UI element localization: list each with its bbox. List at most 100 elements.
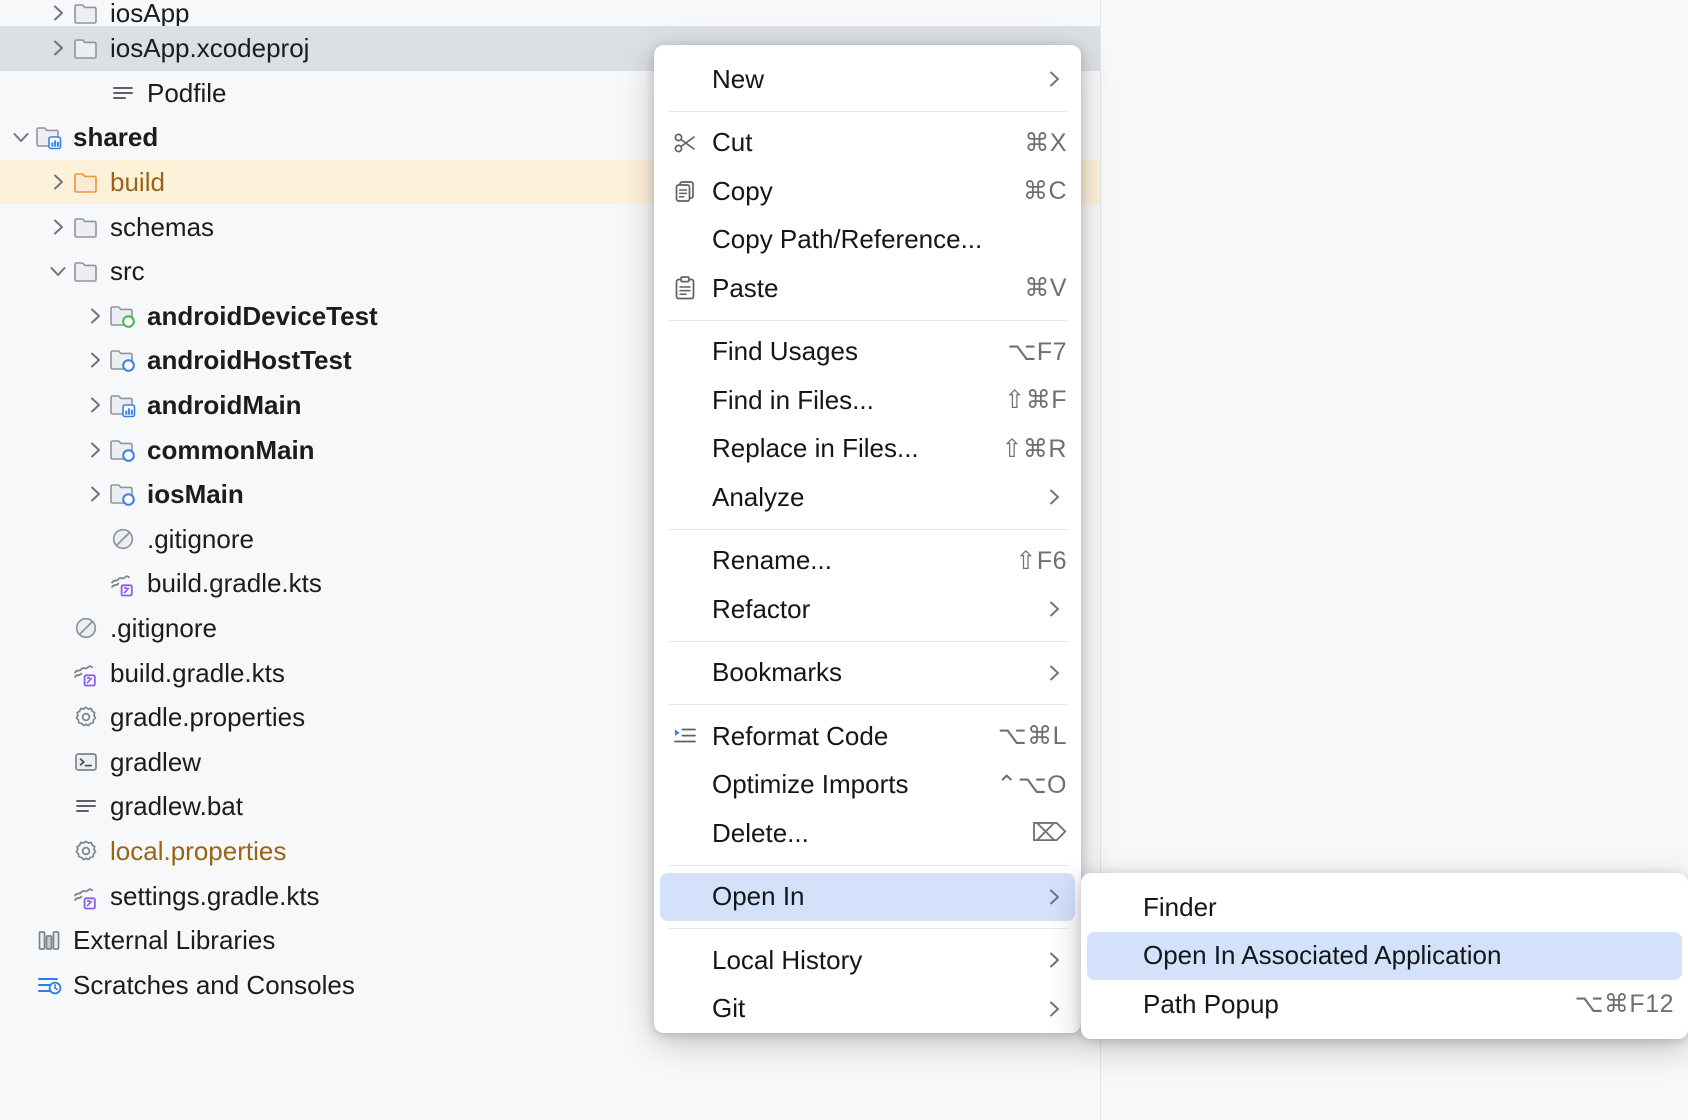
chevron-right-icon[interactable] (45, 169, 71, 195)
context-menu-item[interactable]: Analyze (654, 473, 1081, 522)
gitignore-icon (108, 524, 138, 554)
properties-icon (71, 836, 101, 866)
reformat-icon (668, 723, 702, 749)
submenu-item-label: Path Popup (1143, 989, 1551, 1020)
source-root-ios-icon (108, 479, 138, 509)
menu-item-label: Git (712, 993, 1023, 1024)
chevron-right-icon[interactable] (45, 35, 71, 61)
tree-item-label: gradlew.bat (110, 793, 243, 819)
chevron-down-icon[interactable] (8, 124, 34, 150)
context-menu-item[interactable]: Local History (654, 936, 1081, 985)
context-menu-item[interactable]: Find Usages⌥F7 (654, 328, 1081, 377)
context-menu-item[interactable]: Replace in Files... ⇧⌘R (654, 425, 1081, 474)
menu-separator (668, 928, 1067, 929)
menu-item-label: Paste (712, 273, 1000, 304)
menu-item-label: New (712, 64, 1023, 95)
tree-item-label: iosApp.xcodeproj (110, 35, 309, 61)
menu-item-shortcut: ⌘C (1023, 176, 1067, 206)
menu-item-shortcut: ⌃⌥O (996, 770, 1067, 800)
submenu-item-label: Finder (1143, 892, 1674, 923)
context-menu-item[interactable]: Delete...⌦ (654, 809, 1081, 858)
chevron-right-icon (1041, 598, 1067, 620)
context-menu[interactable]: NewCut⌘XCopy⌘CCopy Path/Reference...Past… (654, 45, 1081, 1033)
context-menu-item[interactable]: Reformat Code ⌥⌘L (654, 712, 1081, 761)
menu-item-label: Local History (712, 945, 1023, 976)
tree-item-label: Scratches and Consoles (73, 972, 355, 998)
chevron-right-icon (1041, 949, 1067, 971)
menu-item-label: Delete... (712, 818, 1007, 849)
scissors-icon (668, 130, 702, 156)
context-menu-item[interactable]: Refactor (654, 585, 1081, 634)
gradle-kotlin-icon (108, 568, 138, 598)
menu-item-shortcut: ⌘X (1024, 128, 1067, 158)
submenu-item[interactable]: Finder (1081, 883, 1688, 932)
submenu-item[interactable]: Open In Associated Application (1087, 932, 1682, 981)
menu-item-label: Optimize Imports (712, 769, 972, 800)
chevron-down-icon[interactable] (45, 258, 71, 284)
gradle-kotlin-icon (71, 881, 101, 911)
copy-icon (668, 178, 702, 204)
menu-item-label: Open In (712, 881, 1023, 912)
tree-item-label: androidDeviceTest (147, 303, 378, 329)
menu-separator (668, 529, 1067, 530)
chevron-right-icon[interactable] (82, 437, 108, 463)
tree-item-label: shared (73, 124, 158, 150)
folder-icon (71, 33, 101, 63)
menu-item-label: Find Usages (712, 336, 984, 367)
tree-item-label: androidMain (147, 392, 302, 418)
menu-separator (668, 111, 1067, 112)
submenu-item[interactable]: Path Popup ⌥⌘F12 (1081, 980, 1688, 1029)
gitignore-icon (71, 613, 101, 643)
chevron-right-icon (1041, 886, 1067, 908)
menu-item-label: Refactor (712, 594, 1023, 625)
tree-item-label: External Libraries (73, 927, 275, 953)
chevron-right-icon[interactable] (45, 0, 71, 26)
menu-item-shortcut: ⌥⌘L (998, 721, 1067, 751)
open-in-submenu[interactable]: Finder Open In Associated Application Path… (1081, 873, 1688, 1039)
source-root-test-blue-icon (108, 345, 138, 375)
chevron-right-icon[interactable] (82, 303, 108, 329)
tree-row[interactable]: iosApp (0, 0, 1100, 26)
chevron-right-icon[interactable] (82, 392, 108, 418)
context-menu-item[interactable]: Open In (660, 873, 1075, 922)
context-menu-item[interactable]: Optimize Imports ⌃⌥O (654, 761, 1081, 810)
menu-item-shortcut: ⇧F6 (1015, 546, 1067, 576)
external-libraries-icon (34, 925, 64, 955)
paste-icon (668, 275, 702, 301)
context-menu-item[interactable]: Copy⌘C (654, 167, 1081, 216)
context-menu-item[interactable]: Bookmarks (654, 649, 1081, 698)
context-menu-item[interactable]: Git (654, 985, 1081, 1034)
context-menu-item[interactable]: Rename... ⇧F6 (654, 537, 1081, 586)
menu-item-label: Bookmarks (712, 657, 1023, 688)
menu-item-label: Analyze (712, 482, 1023, 513)
context-menu-item[interactable]: Find in Files...⇧⌘F (654, 376, 1081, 425)
submenu-item-shortcut: ⌥⌘F12 (1575, 989, 1674, 1019)
chevron-right-icon[interactable] (45, 214, 71, 240)
tree-item-label: build.gradle.kts (110, 660, 285, 686)
menu-item-label: Rename... (712, 545, 991, 576)
tree-item-label: schemas (110, 214, 214, 240)
menu-item-shortcut: ⇧⌘R (1001, 434, 1067, 464)
folder-icon (71, 212, 101, 242)
context-menu-item[interactable]: Cut⌘X (654, 119, 1081, 168)
chevron-right-icon[interactable] (82, 481, 108, 507)
context-menu-item[interactable]: Paste ⌘V (654, 264, 1081, 313)
chevron-right-icon (1041, 68, 1067, 90)
shell-script-icon (71, 747, 101, 777)
menu-item-shortcut: ⌘V (1024, 273, 1067, 303)
tree-item-label: commonMain (147, 437, 315, 463)
ide-project-view: iosAppiosApp.xcodeprojPodfilesharedbuild… (0, 0, 1688, 1120)
chevron-right-icon[interactable] (82, 347, 108, 373)
properties-icon (71, 702, 101, 732)
tree-item-label: iosMain (147, 481, 244, 507)
tree-item-label: androidHostTest (147, 347, 352, 373)
menu-item-label: Replace in Files... (712, 433, 977, 464)
context-menu-item[interactable]: Copy Path/Reference... (654, 216, 1081, 265)
submenu-item-label: Open In Associated Application (1143, 940, 1674, 971)
tree-item-label: build (110, 169, 165, 195)
context-menu-item[interactable]: New (654, 55, 1081, 104)
tree-item-label: src (110, 258, 145, 284)
menu-item-label: Reformat Code (712, 721, 974, 752)
tree-item-label: build.gradle.kts (147, 570, 322, 596)
chevron-right-icon (1041, 998, 1067, 1020)
